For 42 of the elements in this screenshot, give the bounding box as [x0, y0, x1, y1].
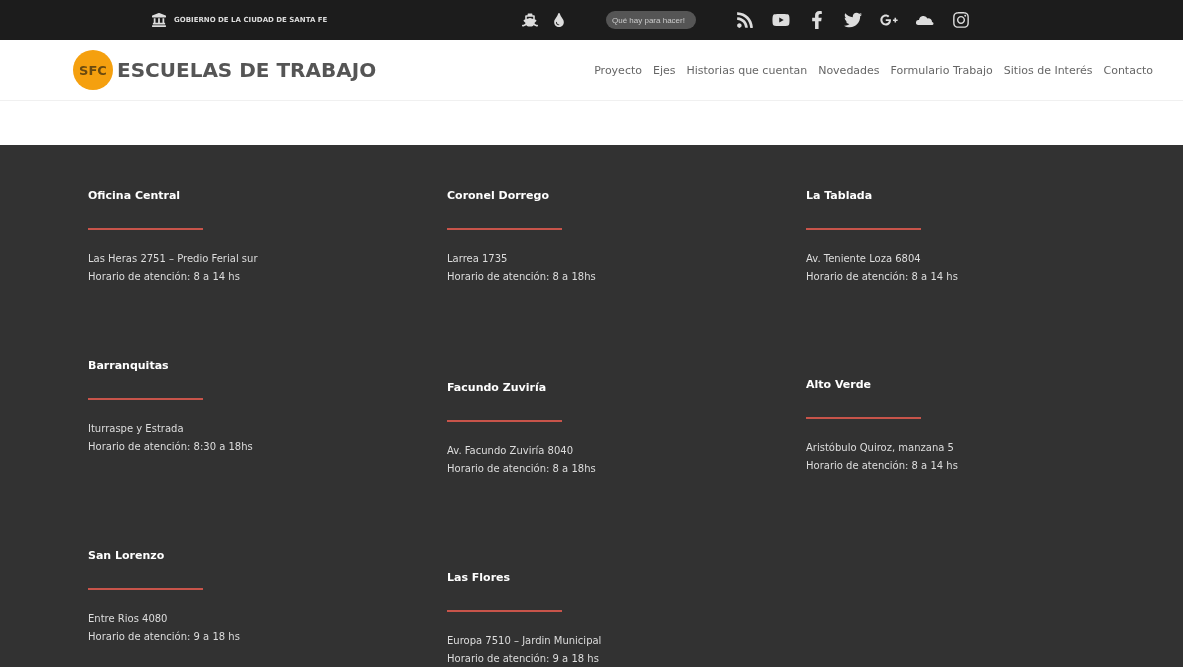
ship-icon[interactable]: [522, 12, 538, 28]
office-hours: Horario de atención: 8 a 14 hs: [806, 270, 959, 284]
office-name: Facundo Zuviría: [447, 381, 548, 395]
drop-icon[interactable]: [552, 13, 566, 27]
video-play-icon[interactable]: [772, 11, 790, 29]
office-address: Iturraspe y Estrada: [88, 422, 185, 436]
office-address: Av. Teniente Loza 6804: [806, 252, 922, 266]
office-address: Las Heras 2751 – Predio Ferial sur: [88, 252, 259, 266]
office-address: Aristóbulo Quiroz, manzana 5: [806, 441, 955, 455]
nav-link[interactable]: Sitios de Interés: [1003, 63, 1093, 77]
nav-link[interactable]: Novedades: [818, 63, 880, 77]
office-hours: Horario de atención: 8 a 14 hs: [806, 459, 959, 473]
office-name: Oficina Central: [88, 189, 182, 203]
office-address: Entre Rios 4080: [88, 612, 169, 626]
nav-link[interactable]: Ejes: [653, 63, 676, 77]
office-address: Europa 7510 – Jardin Municipal: [447, 634, 603, 648]
office-address: Larrea 1735: [447, 252, 509, 266]
office-name: Coronel Dorrego: [447, 189, 550, 203]
building-icon: [152, 13, 166, 27]
office-hours: Horario de atención: 8 a 18hs: [447, 462, 597, 476]
search-field[interactable]: Qué hay para hacer!: [606, 11, 696, 29]
logo-mark[interactable]: SFC: [73, 50, 113, 90]
nav-link[interactable]: Contacto: [1103, 63, 1153, 77]
office-name: Barranquitas: [88, 359, 170, 373]
office-name: La Tablada: [806, 189, 874, 203]
office-hours: Horario de atención: 8 a 18hs: [447, 270, 597, 284]
office-name: Las Flores: [447, 571, 512, 585]
site-title[interactable]: ESCUELAS DE TRABAJO: [117, 58, 377, 82]
office-hours: Horario de atención: 9 a 18 hs: [88, 630, 241, 644]
cloud-icon[interactable]: [916, 15, 934, 25]
office-hours: Horario de atención: 9 a 18 hs: [447, 652, 600, 666]
twitter-icon[interactable]: [844, 11, 862, 29]
office-name: Alto Verde: [806, 378, 873, 392]
office-name: San Lorenzo: [88, 549, 166, 563]
nav-link[interactable]: Proyecto: [594, 63, 642, 77]
nav-link[interactable]: Formulario Trabajo: [890, 63, 993, 77]
nav-link[interactable]: Historias que cuentan: [686, 63, 808, 77]
office-hours: Horario de atención: 8:30 a 18hs: [88, 440, 254, 454]
office-address: Av. Facundo Zuviría 8040: [447, 444, 575, 458]
rss-icon[interactable]: [736, 11, 754, 29]
instagram-icon[interactable]: [952, 11, 970, 29]
office-hours: Horario de atención: 8 a 14 hs: [88, 270, 241, 284]
